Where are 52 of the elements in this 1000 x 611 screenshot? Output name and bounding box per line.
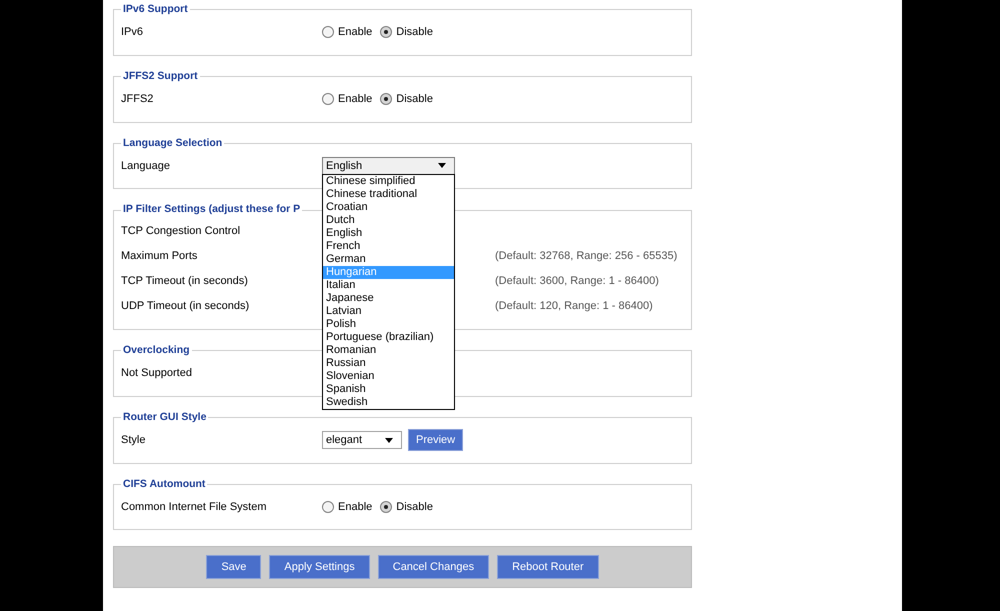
hint-text: (Default: 120, Range: 1 - 86400): [495, 299, 653, 314]
field-label: TCP Congestion Control: [121, 224, 242, 240]
dropdown-option[interactable]: German: [323, 252, 454, 266]
dropdown-option[interactable]: Latvian: [323, 304, 454, 318]
field-label: Maximum Ports: [121, 249, 198, 264]
dropdown-option[interactable]: Portuguese (brazilian): [323, 330, 454, 344]
dropdown-option[interactable]: Slovenian: [323, 370, 454, 383]
dropdown-option[interactable]: Spanish: [323, 382, 454, 396]
field-label: Style: [121, 432, 146, 448]
section-title: CIFS Automount: [122, 476, 206, 492]
radio-option[interactable]: Enable: [322, 24, 372, 40]
action-button[interactable]: Reboot Router: [497, 555, 599, 580]
section-title: JFFS2 Support: [122, 68, 199, 84]
dropdown-option[interactable]: Polish: [323, 318, 454, 331]
action-button[interactable]: Apply Settings: [269, 555, 370, 580]
radio-option[interactable]: Disable: [380, 498, 433, 515]
dropdown-option[interactable]: English: [323, 226, 454, 240]
radio-option[interactable]: Disable: [380, 90, 433, 108]
action-button[interactable]: Save: [206, 555, 262, 580]
dropdown-option[interactable]: Russian: [323, 356, 454, 370]
radio-option[interactable]: Enable: [322, 90, 372, 108]
field-label: Common Internet File System: [121, 500, 268, 514]
caret-icon: [385, 438, 393, 442]
dropdown-option[interactable]: Dutch: [323, 214, 454, 227]
preview-button[interactable]: Preview: [408, 429, 464, 451]
radio-option[interactable]: Enable: [322, 498, 372, 515]
dropdown-option[interactable]: Romanian: [323, 344, 454, 357]
field-label: IPv6: [121, 25, 144, 40]
field-label: UDP Timeout (in seconds): [121, 299, 250, 314]
field-label: Not Supported: [121, 366, 193, 381]
dropdown-option[interactable]: Swedish: [323, 396, 454, 409]
caret-icon: [438, 163, 446, 168]
action-button[interactable]: Cancel Changes: [378, 555, 490, 580]
dropdown-option[interactable]: French: [323, 240, 454, 253]
dropdown-option[interactable]: Croatian: [323, 200, 454, 214]
hint-text: (Default: 3600, Range: 1 - 86400): [495, 274, 659, 290]
dropdown-option[interactable]: Japanese: [323, 292, 454, 305]
dropdown-option[interactable]: Chinese traditional: [323, 188, 454, 201]
section-title: IPv6 Support: [122, 2, 189, 17]
dropdown-select[interactable]: elegant: [322, 431, 402, 449]
section-title: Overclocking: [122, 343, 191, 358]
hint-text: (Default: 32768, Range: 256 - 65535): [495, 249, 678, 264]
radio-option[interactable]: Disable: [380, 24, 433, 40]
section-title: IP Filter Settings (adjust these for P: [122, 202, 302, 218]
field-label: TCP Timeout (in seconds): [121, 274, 249, 290]
dropdown-select[interactable]: English: [322, 156, 455, 175]
dropdown-option[interactable]: Italian: [323, 278, 454, 292]
field-label: Language: [121, 158, 171, 174]
dropdown-option[interactable]: Chinese simplified: [323, 174, 454, 188]
section-title: Router GUI Style: [122, 410, 208, 425]
section-title: Language Selection: [122, 136, 224, 150]
field-label: JFFS2: [121, 92, 154, 107]
